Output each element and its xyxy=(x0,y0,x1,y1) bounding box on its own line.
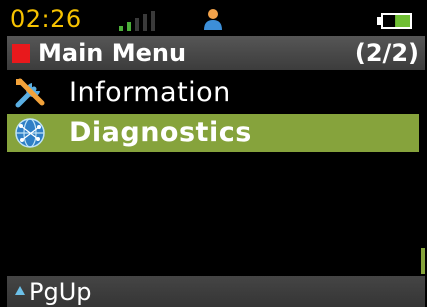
menu-item-diagnostics[interactable]: Diagnostics xyxy=(7,114,419,152)
person-icon xyxy=(204,9,222,30)
scroll-indicator[interactable] xyxy=(421,248,425,274)
clock: 02:26 xyxy=(10,5,82,33)
signal-bar xyxy=(151,11,155,31)
softkey-bar: PgUp xyxy=(7,276,425,307)
signal-strength-icon xyxy=(119,11,157,31)
page-title: Main Menu xyxy=(38,39,187,67)
signal-bar xyxy=(143,14,147,31)
device-screen: 02:26 Main Menu (2/2) Information Diagno… xyxy=(7,4,425,307)
battery-icon xyxy=(377,13,412,29)
page-indicator: (2/2) xyxy=(354,39,419,67)
signal-bar xyxy=(135,18,139,31)
pgup-label: PgUp xyxy=(29,278,92,306)
menu-item-label: Information xyxy=(69,77,231,108)
signal-bar xyxy=(119,26,123,31)
menu-item-label: Diagnostics xyxy=(69,117,252,148)
up-arrow-icon xyxy=(15,286,25,295)
globe-network-icon xyxy=(15,118,45,148)
status-bar: 02:26 xyxy=(7,4,425,34)
title-bar: Main Menu (2/2) xyxy=(7,36,425,70)
menu-item-information[interactable]: Information xyxy=(7,74,419,112)
signal-bar xyxy=(127,22,131,31)
tools-icon xyxy=(15,78,45,108)
menu-square-icon xyxy=(12,44,30,63)
